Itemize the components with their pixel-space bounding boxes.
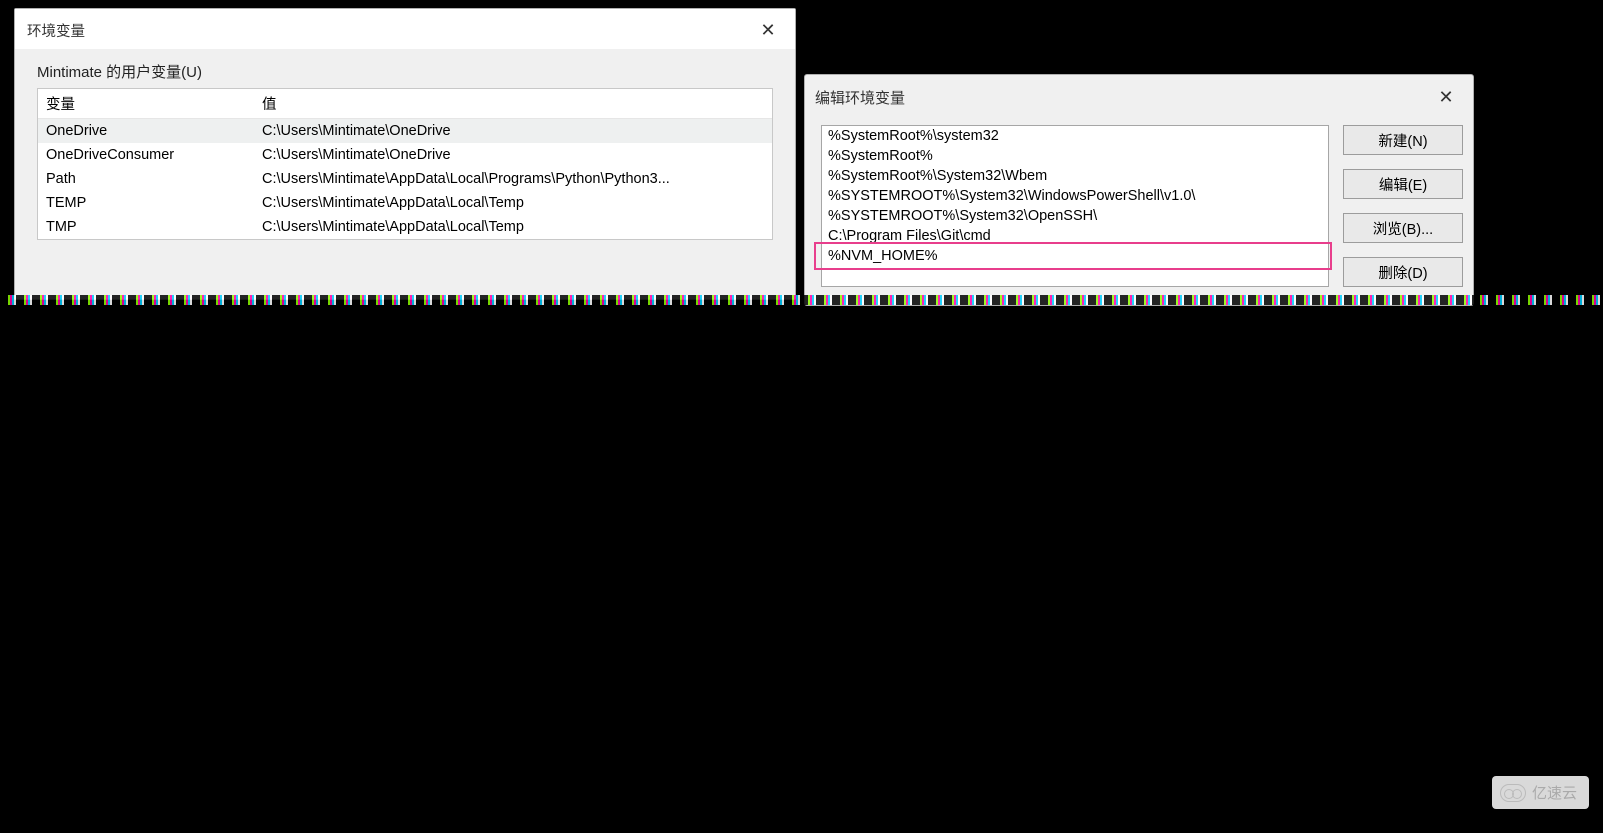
table-row[interactable]: OneDriveC:\Users\Mintimate\OneDrive — [38, 119, 772, 143]
cell-variable: TMP — [38, 215, 254, 239]
column-header-variable[interactable]: 变量 — [38, 89, 254, 118]
cloud-icon — [1500, 784, 1526, 802]
list-item[interactable]: %SYSTEMROOT%\System32\WindowsPowerShell\… — [822, 186, 1328, 206]
table-row[interactable]: TEMPC:\Users\Mintimate\AppData\Local\Tem… — [38, 191, 772, 215]
cell-value: C:\Users\Mintimate\OneDrive — [254, 143, 772, 167]
env-vars-dialog: 环境变量 ✕ Mintimate 的用户变量(U) 变量 值 OneDriveC… — [14, 8, 796, 300]
user-vars-table[interactable]: 变量 值 OneDriveC:\Users\Mintimate\OneDrive… — [37, 88, 773, 240]
edit-env-var-dialog: 编辑环境变量 ✕ %SystemRoot%\system32%SystemRoo… — [804, 74, 1474, 306]
cell-variable: OneDriveConsumer — [38, 143, 254, 167]
list-item[interactable]: %SystemRoot%\System32\Wbem — [822, 166, 1328, 186]
dialog-titlebar: 环境变量 ✕ — [15, 9, 795, 49]
dialog-title: 环境变量 — [27, 20, 85, 41]
edit-button[interactable]: 编辑(E) — [1343, 169, 1463, 199]
dialog-title: 编辑环境变量 — [815, 87, 905, 108]
cell-value: C:\Users\Mintimate\AppData\Local\Temp — [254, 191, 772, 215]
new-button[interactable]: 新建(N) — [1343, 125, 1463, 155]
dialog-body: %SystemRoot%\system32%SystemRoot%%System… — [805, 119, 1473, 287]
cell-variable: OneDrive — [38, 119, 254, 143]
list-item[interactable]: %SYSTEMROOT%\System32\OpenSSH\ — [822, 206, 1328, 226]
cell-variable: TEMP — [38, 191, 254, 215]
watermark: 亿速云 — [1492, 776, 1589, 809]
list-item[interactable]: %NVM_HOME% — [822, 246, 1328, 266]
close-icon: ✕ — [760, 21, 775, 39]
delete-button[interactable]: 删除(D) — [1343, 257, 1463, 287]
column-header-value[interactable]: 值 — [254, 89, 772, 118]
glitch-artifact — [0, 295, 1603, 305]
list-item[interactable]: C:\Program Files\Git\cmd — [822, 226, 1328, 246]
list-item[interactable]: %SystemRoot%\system32 — [822, 126, 1328, 146]
user-vars-label: Mintimate 的用户变量(U) — [37, 61, 773, 82]
table-row[interactable]: TMPC:\Users\Mintimate\AppData\Local\Temp — [38, 215, 772, 239]
browse-button[interactable]: 浏览(B)... — [1343, 213, 1463, 243]
watermark-text: 亿速云 — [1532, 782, 1577, 803]
cell-value: C:\Users\Mintimate\AppData\Local\Temp — [254, 215, 772, 239]
button-column: 新建(N) 编辑(E) 浏览(B)... 删除(D) — [1343, 125, 1463, 287]
path-listbox[interactable]: %SystemRoot%\system32%SystemRoot%%System… — [821, 125, 1329, 287]
cell-value: C:\Users\Mintimate\AppData\Local\Program… — [254, 167, 772, 191]
table-body: OneDriveC:\Users\Mintimate\OneDriveOneDr… — [38, 119, 772, 239]
close-button[interactable]: ✕ — [751, 17, 785, 43]
close-icon: ✕ — [1438, 88, 1453, 106]
list-item[interactable]: %SystemRoot% — [822, 146, 1328, 166]
table-header: 变量 值 — [38, 89, 772, 119]
table-row[interactable]: OneDriveConsumerC:\Users\Mintimate\OneDr… — [38, 143, 772, 167]
table-row[interactable]: PathC:\Users\Mintimate\AppData\Local\Pro… — [38, 167, 772, 191]
close-button[interactable]: ✕ — [1429, 84, 1463, 110]
cell-variable: Path — [38, 167, 254, 191]
dialog-body: Mintimate 的用户变量(U) 变量 值 OneDriveC:\Users… — [15, 49, 795, 240]
dialog-titlebar: 编辑环境变量 ✕ — [805, 75, 1473, 119]
cell-value: C:\Users\Mintimate\OneDrive — [254, 119, 772, 143]
